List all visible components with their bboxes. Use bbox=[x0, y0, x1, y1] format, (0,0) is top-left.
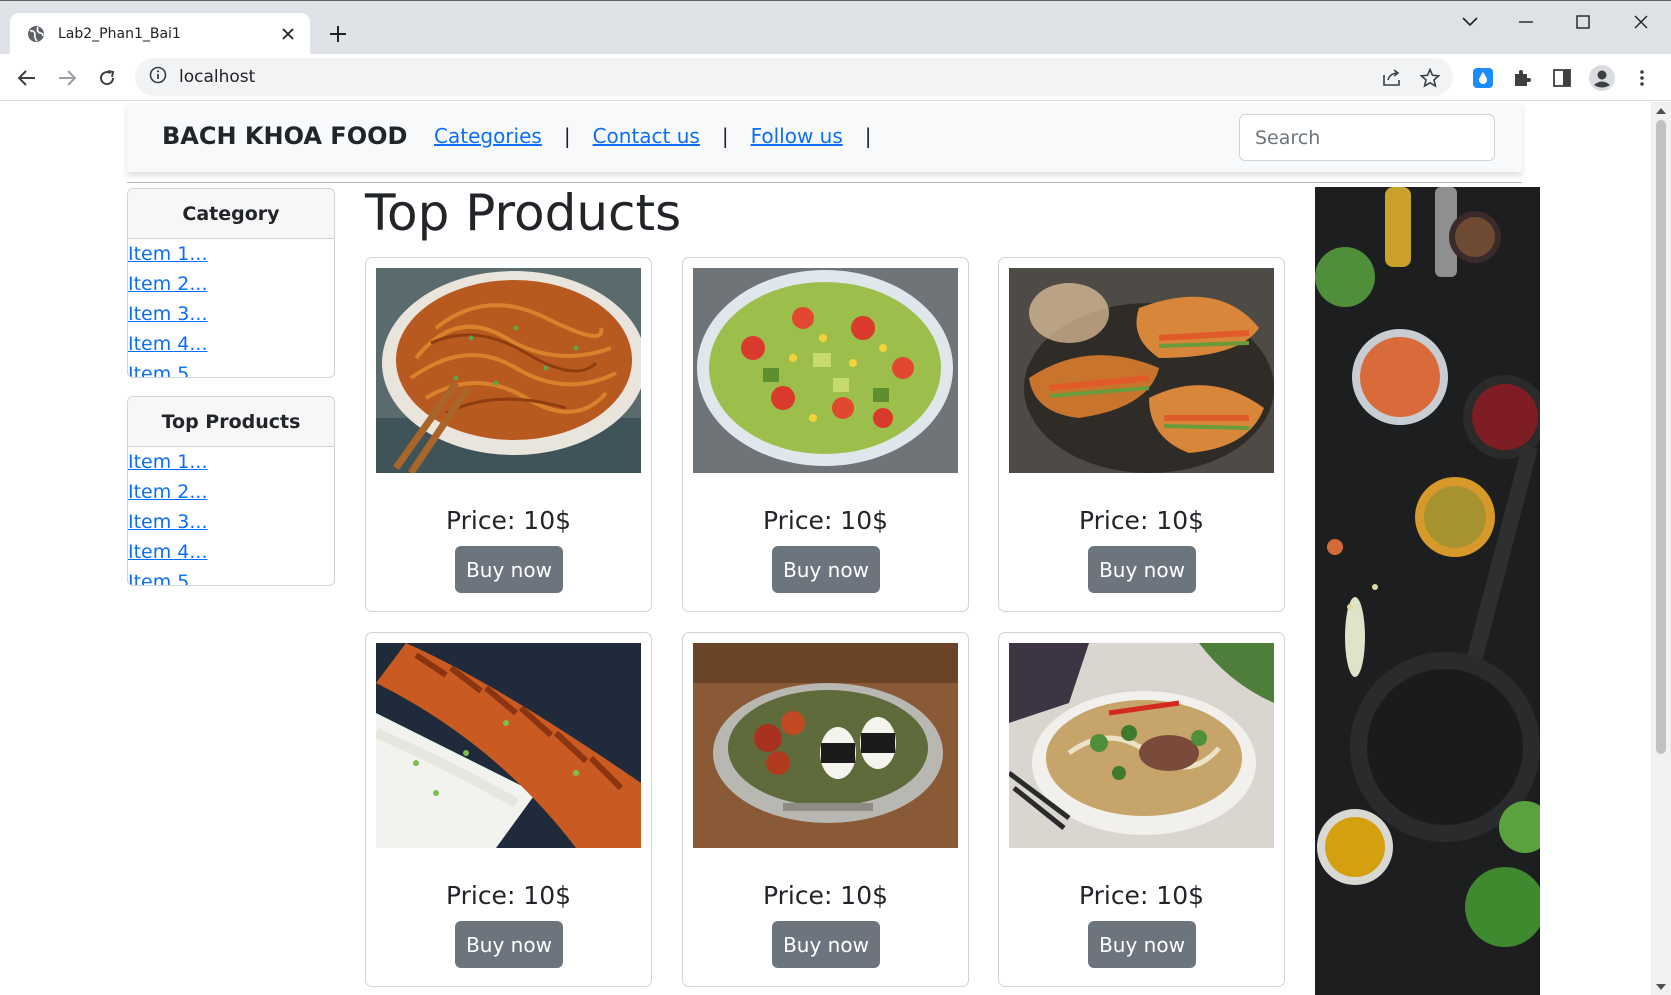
product-price: Price: 10$ bbox=[445, 506, 572, 535]
top-products-card: Top Products Item 1... Item 2... Item 3.… bbox=[127, 396, 335, 586]
product-card: Price: 10$ Buy now bbox=[365, 632, 652, 987]
page-title: Top Products bbox=[365, 184, 682, 242]
nav-links: Categories | Contact us | Follow us | bbox=[434, 124, 894, 148]
nav-separator: | bbox=[864, 124, 872, 148]
category-item-link[interactable]: Item 2... bbox=[128, 273, 208, 295]
browser-toolbar: localhost bbox=[0, 54, 1671, 101]
list-item: Item 5... bbox=[128, 359, 334, 377]
window-close-icon[interactable] bbox=[1626, 9, 1656, 35]
profile-avatar-icon[interactable] bbox=[1588, 64, 1616, 92]
nav-link-follow[interactable]: Follow us bbox=[751, 124, 843, 148]
buy-now-button[interactable]: Buy now bbox=[455, 921, 563, 968]
chicken-rice-photo[interactable] bbox=[376, 643, 641, 848]
list-item: Item 4... bbox=[128, 329, 334, 359]
list-item: Item 2... bbox=[128, 477, 334, 507]
list-item: Item 3... bbox=[128, 299, 334, 329]
site-navbar: BACH KHOA FOOD Categories | Contact us |… bbox=[127, 102, 1522, 172]
list-item: Item 5... bbox=[128, 567, 334, 585]
scrollbar-thumb[interactable] bbox=[1656, 120, 1666, 754]
pho-photo[interactable] bbox=[1009, 643, 1274, 848]
extension-drop-icon[interactable] bbox=[1469, 64, 1497, 92]
buy-now-button[interactable]: Buy now bbox=[772, 921, 880, 968]
product-card: Price: 10$ Buy now bbox=[365, 257, 652, 612]
extensions-puzzle-icon[interactable] bbox=[1508, 64, 1536, 92]
category-item-link[interactable]: Item 1... bbox=[128, 243, 208, 265]
bento-photo[interactable] bbox=[693, 643, 958, 848]
category-list: Item 1... Item 2... Item 3... Item 4... … bbox=[128, 239, 334, 377]
top-product-item-link[interactable]: Item 3... bbox=[128, 511, 208, 533]
header-divider bbox=[127, 182, 1522, 183]
buy-now-button[interactable]: Buy now bbox=[772, 546, 880, 593]
globe-icon bbox=[26, 24, 46, 44]
url-text: localhost bbox=[179, 67, 256, 87]
list-item: Item 2... bbox=[128, 269, 334, 299]
banh-mi-photo[interactable] bbox=[1009, 268, 1274, 473]
buy-now-button[interactable]: Buy now bbox=[1088, 921, 1196, 968]
top-products-list: Item 1... Item 2... Item 3... Item 4... … bbox=[128, 447, 334, 585]
share-icon[interactable] bbox=[1378, 64, 1406, 92]
minimize-icon[interactable] bbox=[1511, 9, 1541, 35]
browser-tab-bar: Lab2_Phan1_Bai1 bbox=[0, 0, 1671, 55]
noodles-photo[interactable] bbox=[376, 268, 641, 473]
product-price: Price: 10$ bbox=[762, 881, 889, 910]
scroll-down-icon[interactable] bbox=[1656, 982, 1666, 992]
product-price: Price: 10$ bbox=[1078, 881, 1205, 910]
product-card: Price: 10$ Buy now bbox=[682, 257, 969, 612]
maximize-icon[interactable] bbox=[1568, 9, 1598, 35]
list-item: Item 4... bbox=[128, 537, 334, 567]
tab-search-chevron-icon[interactable] bbox=[1455, 9, 1485, 35]
scroll-up-icon[interactable] bbox=[1656, 106, 1666, 116]
nav-link-categories[interactable]: Categories bbox=[434, 124, 542, 148]
product-price: Price: 10$ bbox=[762, 506, 889, 535]
top-product-item-link[interactable]: Item 5... bbox=[128, 571, 208, 585]
address-bar[interactable]: localhost bbox=[135, 58, 1453, 96]
top-product-item-link[interactable]: Item 2... bbox=[128, 481, 208, 503]
category-card-title: Category bbox=[128, 189, 334, 239]
salad-photo[interactable] bbox=[693, 268, 958, 473]
category-item-link[interactable]: Item 3... bbox=[128, 303, 208, 325]
tab-title: Lab2_Phan1_Bai1 bbox=[58, 26, 181, 42]
category-item-link[interactable]: Item 5... bbox=[128, 363, 208, 377]
nav-separator: | bbox=[721, 124, 729, 148]
product-card: Price: 10$ Buy now bbox=[998, 632, 1285, 987]
forward-arrow-icon[interactable] bbox=[53, 64, 81, 92]
product-price: Price: 10$ bbox=[445, 881, 572, 910]
top-product-item-link[interactable]: Item 4... bbox=[128, 541, 208, 563]
new-tab-icon[interactable] bbox=[325, 21, 351, 47]
list-item: Item 1... bbox=[128, 447, 334, 477]
list-item: Item 3... bbox=[128, 507, 334, 537]
page-scrollbar[interactable] bbox=[1651, 102, 1671, 995]
side-panel-icon[interactable] bbox=[1548, 64, 1576, 92]
list-item: Item 1... bbox=[128, 239, 334, 269]
bookmark-star-icon[interactable] bbox=[1416, 64, 1444, 92]
product-card: Price: 10$ Buy now bbox=[998, 257, 1285, 612]
category-card: Category Item 1... Item 2... Item 3... I… bbox=[127, 188, 335, 378]
top-product-item-link[interactable]: Item 1... bbox=[128, 451, 208, 473]
nav-link-contact[interactable]: Contact us bbox=[593, 124, 700, 148]
page-viewport: BACH KHOA FOOD Categories | Contact us |… bbox=[0, 102, 1651, 995]
product-card: Price: 10$ Buy now bbox=[682, 632, 969, 987]
spices-banner-image bbox=[1315, 187, 1540, 995]
search-input[interactable] bbox=[1239, 114, 1495, 161]
buy-now-button[interactable]: Buy now bbox=[1088, 546, 1196, 593]
back-arrow-icon[interactable] bbox=[13, 64, 41, 92]
category-item-link[interactable]: Item 4... bbox=[128, 333, 208, 355]
menu-kebab-icon[interactable] bbox=[1628, 64, 1656, 92]
close-tab-icon[interactable] bbox=[278, 24, 298, 44]
buy-now-button[interactable]: Buy now bbox=[455, 546, 563, 593]
info-icon[interactable] bbox=[149, 66, 167, 89]
nav-separator: | bbox=[563, 124, 571, 148]
browser-tab[interactable]: Lab2_Phan1_Bai1 bbox=[10, 13, 310, 55]
reload-icon[interactable] bbox=[93, 64, 121, 92]
product-price: Price: 10$ bbox=[1078, 506, 1205, 535]
site-brand[interactable]: BACH KHOA FOOD bbox=[162, 122, 407, 150]
top-products-card-title: Top Products bbox=[128, 397, 334, 447]
